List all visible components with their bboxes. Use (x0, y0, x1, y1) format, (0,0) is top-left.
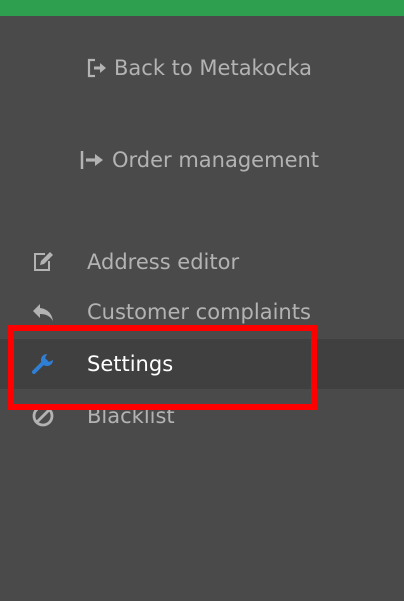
back-to-metakocka-label: Back to Metakocka (114, 56, 313, 80)
menu-item-customer-complaints[interactable]: Customer complaints (0, 287, 404, 337)
wrench-icon (31, 352, 55, 376)
order-management-label: Order management (112, 148, 320, 172)
sign-in-icon (80, 149, 106, 171)
menu-item-label: Address editor (87, 250, 240, 274)
menu-item-blacklist[interactable]: Blacklist (0, 391, 404, 441)
top-bar (0, 0, 404, 16)
reply-icon (31, 300, 55, 324)
menu-item-settings[interactable]: Settings (0, 339, 404, 389)
menu-item-address-editor[interactable]: Address editor (0, 237, 404, 287)
ban-icon (31, 404, 55, 428)
menu-item-label: Blacklist (87, 404, 175, 428)
sign-out-icon (86, 57, 108, 79)
order-management-link[interactable]: Order management (80, 144, 319, 176)
edit-icon (31, 250, 55, 274)
menu-item-label: Customer complaints (87, 300, 311, 324)
menu-item-label: Settings (87, 352, 174, 376)
back-to-metakocka-link[interactable]: Back to Metakocka (86, 52, 312, 84)
